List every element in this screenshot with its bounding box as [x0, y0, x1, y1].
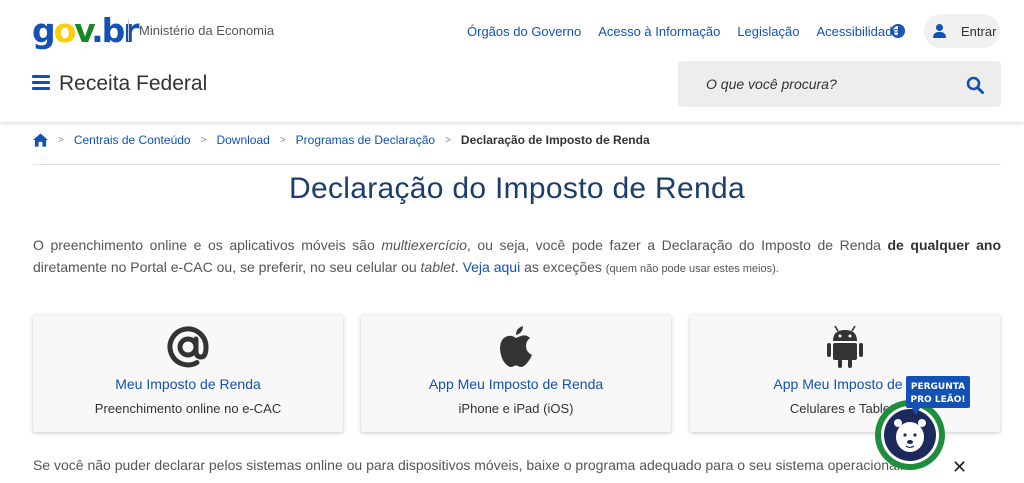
search-input[interactable]	[678, 61, 958, 107]
contrast-toggle-icon[interactable]	[891, 24, 905, 38]
intro-note: (quem não pode usar estes meios).	[605, 263, 779, 275]
hamburger-menu-icon[interactable]	[32, 75, 50, 91]
logo-dot: .	[91, 11, 103, 50]
breadcrumb-programas-de-declaracao[interactable]: Programas de Declaração	[296, 133, 435, 147]
nav-legislacao[interactable]: Legislação	[737, 24, 799, 40]
breadcrumb-separator: >	[200, 134, 207, 146]
card-subtitle: iPhone e iPad (iOS)	[458, 401, 574, 416]
android-icon	[827, 325, 863, 368]
user-icon	[933, 24, 947, 38]
intro-text: diretamente no Portal e-CAC ou, se prefe…	[33, 259, 421, 275]
login-button[interactable]: Entrar	[924, 14, 1000, 48]
login-label: Entrar	[961, 23, 997, 39]
download-instructions: Se você não puder declarar pelos sistema…	[33, 457, 904, 473]
logo-v: v	[74, 11, 93, 50]
home-icon[interactable]	[33, 133, 48, 147]
card-title[interactable]: App Meu Imposto de Renda	[361, 376, 671, 392]
card-subtitle: Preenchimento online no e-CAC	[94, 401, 282, 416]
intro-strong: de qualquer ano	[887, 237, 1002, 253]
card-title[interactable]: Meu Imposto de Renda	[33, 376, 343, 392]
breadcrumb-divider	[33, 164, 1001, 165]
intro-text: , ou seja, você pode fazer a Declaração …	[466, 237, 888, 253]
ministry-name: Ministério da Economia	[139, 23, 275, 38]
breadcrumb-download[interactable]: Download	[216, 133, 269, 147]
govbr-logo[interactable]: gov.br	[32, 11, 140, 51]
breadcrumb-current: Declaração de Imposto de Renda	[460, 133, 650, 147]
site-header: gov.br Ministério da Economia Órgãos do …	[0, 0, 1024, 122]
intro-emphasis: tablet	[420, 259, 455, 275]
intro-text: O preenchimento online e os aplicativos …	[33, 237, 382, 253]
widget-label-line1: PERGUNTA	[911, 382, 965, 392]
breadcrumb-centrais-de-conteudo[interactable]: Centrais de Conteúdo	[74, 133, 191, 147]
card-icon-wrap	[690, 325, 1000, 371]
intro-paragraph: O preenchimento online e os aplicativos …	[33, 234, 1001, 280]
at-sign-icon	[167, 326, 209, 368]
card-icon-wrap	[33, 325, 343, 371]
breadcrumb-separator: >	[279, 134, 286, 146]
logo-divider	[128, 19, 129, 41]
search-box	[678, 61, 1001, 107]
close-icon[interactable]: ✕	[952, 458, 967, 476]
nav-acessibilidade[interactable]: Acessibilidade	[816, 24, 899, 40]
page-title: Declaração do Imposto de Renda	[289, 172, 745, 205]
intro-text: .	[454, 259, 463, 275]
intro-emphasis: multiexercício	[381, 237, 467, 253]
nav-orgaos-do-governo[interactable]: Órgãos do Governo	[467, 24, 581, 40]
breadcrumb-separator: >	[58, 134, 64, 146]
logo-g: g	[32, 11, 56, 50]
card-icon-wrap	[361, 325, 671, 371]
card-app-ios[interactable]: App Meu Imposto de Renda iPhone e iPad (…	[361, 315, 671, 432]
logo-br: br	[101, 11, 140, 50]
logo-o: o	[53, 11, 77, 50]
exceptions-link[interactable]: Veja aqui	[463, 259, 521, 275]
nav-acesso-a-informacao[interactable]: Acesso à Informação	[598, 24, 720, 40]
intro-text: as exceções	[520, 259, 606, 275]
breadcrumb: > Centrais de Conteúdo > Download > Prog…	[33, 133, 650, 147]
card-meu-imposto-de-renda[interactable]: Meu Imposto de Renda Preenchimento onlin…	[33, 315, 343, 432]
search-icon[interactable]	[966, 76, 984, 94]
site-title[interactable]: Receita Federal	[59, 72, 207, 96]
breadcrumb-separator: >	[445, 134, 451, 146]
widget-label-line2: PRO LEÃO!	[911, 394, 966, 405]
top-navigation: Órgãos do Governo Acesso à Informação Le…	[467, 24, 917, 40]
apple-icon	[500, 326, 532, 367]
